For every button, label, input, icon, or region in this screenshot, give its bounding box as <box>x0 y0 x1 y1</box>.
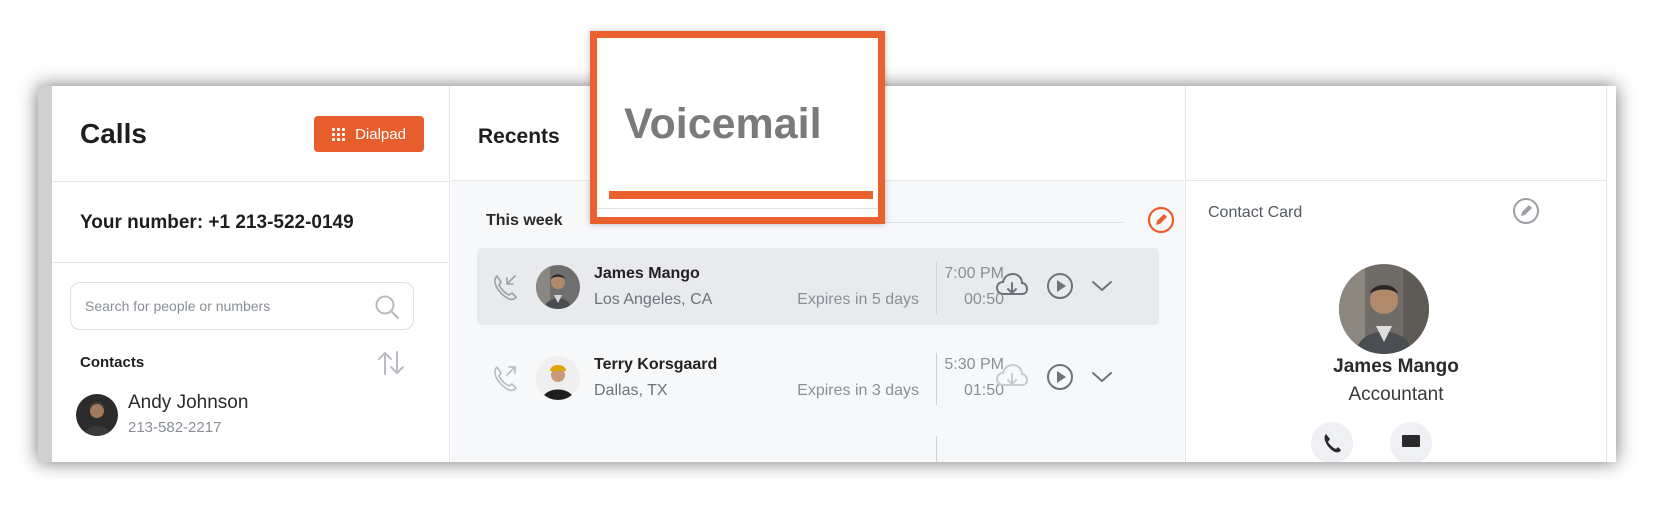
chevron-down-icon[interactable] <box>1091 367 1113 387</box>
voicemail-expiry: Expires in 5 days <box>797 291 919 308</box>
voicemail-caller-name: James Mango <box>594 265 700 282</box>
contact-role: Accountant <box>1348 384 1444 405</box>
search-input[interactable]: Search for people or numbers <box>70 282 414 330</box>
divider <box>52 181 449 182</box>
call-contact-button[interactable] <box>1311 422 1353 462</box>
window-right-border <box>1606 86 1616 462</box>
tab-voicemail-label: Voicemail <box>624 100 822 148</box>
search-icon[interactable] <box>373 293 401 321</box>
calls-sidebar: Calls Dialpad Your number: +1 213-522-01… <box>52 86 450 462</box>
dialpad-label: Dialpad <box>355 125 406 143</box>
voicemail-row[interactable]: James Mango Los Angeles, CA Expires in 5… <box>477 248 1159 325</box>
voicemail-row[interactable]: Terry Korsgaard Dallas, TX Expires in 3 … <box>477 339 1159 416</box>
dialpad-button[interactable]: Dialpad <box>314 116 424 152</box>
phone-icon <box>1324 434 1341 453</box>
contact-avatar <box>1339 264 1429 354</box>
divider <box>936 353 937 405</box>
active-tab-indicator <box>609 191 873 199</box>
divider <box>936 436 937 462</box>
sort-icon[interactable] <box>376 348 406 378</box>
page-title: Calls <box>80 118 147 149</box>
avatar <box>536 265 580 309</box>
avatar <box>536 356 580 400</box>
voicemail-caller-location: Dallas, TX <box>594 382 668 399</box>
divider <box>52 262 449 263</box>
tab-voicemail[interactable]: Voicemail <box>590 31 885 224</box>
incoming-call-icon <box>494 275 517 301</box>
outgoing-call-icon <box>494 366 517 392</box>
contact-list-item[interactable]: Andy Johnson 213-582-2217 <box>76 386 416 446</box>
contacts-heading: Contacts <box>80 354 145 371</box>
your-number: Your number: +1 213-522-0149 <box>80 212 354 233</box>
panel-header <box>1186 86 1606 181</box>
divider <box>597 208 878 209</box>
edit-icon[interactable] <box>1147 206 1175 234</box>
divider <box>936 262 937 314</box>
search-placeholder: Search for people or numbers <box>85 298 271 314</box>
chevron-down-icon[interactable] <box>1091 276 1113 296</box>
voicemail-caller-name: Terry Korsgaard <box>594 356 718 373</box>
contact-card-title: Contact Card <box>1208 204 1303 221</box>
contact-name: Andy Johnson <box>128 392 249 413</box>
contact-card-panel: Contact Card James Mango Accountant <box>1185 86 1606 462</box>
voicemail-expiry: Expires in 3 days <box>797 382 919 399</box>
play-icon[interactable] <box>1046 363 1074 391</box>
cloud-download-icon[interactable] <box>995 272 1029 300</box>
contact-phone: 213-582-2217 <box>128 419 222 436</box>
cloud-download-icon[interactable] <box>995 363 1029 391</box>
avatar <box>76 394 118 436</box>
section-label: This week <box>486 212 563 229</box>
tab-recents[interactable]: Recents <box>478 125 560 149</box>
voicemail-caller-location: Los Angeles, CA <box>594 291 713 308</box>
window-left-border <box>38 86 52 462</box>
play-icon[interactable] <box>1046 272 1074 300</box>
dialpad-icon <box>332 127 346 141</box>
message-contact-button[interactable] <box>1390 422 1432 462</box>
message-icon <box>1402 435 1420 447</box>
contact-name: James Mango <box>1333 356 1459 377</box>
edit-contact-icon[interactable] <box>1512 197 1540 225</box>
